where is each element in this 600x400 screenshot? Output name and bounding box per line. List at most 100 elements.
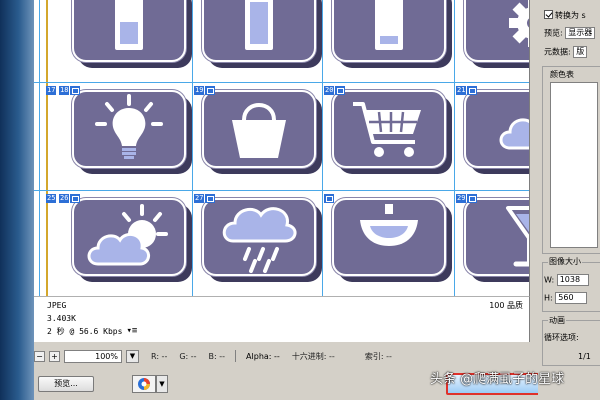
optimization-info: JPEG 3.403K 2 秒 @ 56.6 Kbps ▾≡ 100 品质 [34,296,530,342]
shopping-cart-icon [353,102,421,157]
slice-icon [70,194,81,203]
slice-number: 18 [59,86,70,95]
preview-canvas[interactable]: 17 18 19 20 21 25 26 27 29 [34,0,530,296]
animation-group [542,320,600,366]
gear-icon [509,0,529,47]
preview-select[interactable]: 显示器 [565,27,596,39]
preview-button[interactable]: 预览... [38,376,94,392]
color-table-label: 颜色表 [550,70,574,79]
slice-guide [34,190,529,191]
battery-full-icon [245,0,273,50]
quality-text: 100 品质 [489,301,523,310]
save-for-web-window: 17 18 19 20 21 25 26 27 29 JPEG 3.403K 2… [0,0,600,400]
slice-label-17[interactable]: 17 [46,86,57,95]
convert-label: 转换为 s [555,11,586,20]
tile-cloud[interactable] [464,90,529,174]
slice-label-29[interactable]: 29 [456,194,478,203]
slice-label-26[interactable]: 26 [59,194,81,203]
status-toolbar: − + 100% ▼ R: -- G: -- B: -- Alpha: -- 十… [34,348,544,364]
watermark: 头条 @爬满虱子的星球 [430,372,565,387]
shopping-basket-icon [232,103,286,158]
image-size-group [542,262,600,312]
width-label: W: [544,275,555,285]
slice-guide [34,82,529,83]
speed-menu-icon[interactable]: ▾≡ [126,325,137,338]
tile-cocktail[interactable] [464,198,529,282]
height-row: H: 560 [544,292,588,304]
height-field[interactable]: 560 [555,292,588,304]
zoom-dropdown[interactable]: ▼ [126,349,139,363]
battery-low-icon [375,0,403,50]
slice-icon [467,194,478,203]
tile-shopping-basket[interactable] [202,90,322,174]
slice-label-19[interactable]: 19 [194,86,216,95]
slice-label-20[interactable]: 20 [324,86,346,95]
color-table[interactable] [550,82,598,248]
slice-icon [205,86,216,95]
cloud-icon [499,118,529,150]
file-size-text: 3.403K [47,314,76,323]
slice-number: 26 [59,194,70,203]
tile-lamp[interactable] [332,198,452,282]
slice-icon [205,194,216,203]
tile-battery-full[interactable] [202,0,322,68]
b-value: B: -- [208,351,226,361]
zoom-out-button[interactable]: − [34,350,45,362]
tile-battery-low[interactable] [332,0,452,68]
slice-guide [454,0,455,296]
index-value: 索引: -- [364,351,392,361]
slice-number: 21 [456,86,467,95]
convert-srgb-option[interactable]: 转换为 s [544,10,586,21]
slice-label-21[interactable]: 21 [456,86,478,95]
slice-guide [322,0,323,296]
window-edge [0,0,34,400]
slice-icon [335,86,346,95]
slice-icon [70,86,81,95]
preview-row: 预览: 显示器 [544,27,596,39]
tile-lightbulb[interactable] [72,90,192,174]
sun-cloud-icon [87,204,168,266]
browser-dropdown[interactable]: ▼ [156,375,168,393]
metadata-row: 元数据: 版 [544,46,588,58]
tile-sun-cloud[interactable] [72,198,192,282]
settings-panel: 转换为 s 预览: 显示器 元数据: 版 颜色表 图像大小 W: 1038 H:… [538,0,600,400]
alpha-value: Alpha: -- [246,351,280,361]
slice-number: 27 [194,194,205,203]
slice-label-28[interactable] [324,194,334,203]
slice-label-18[interactable]: 18 [59,86,81,95]
slice-number: 20 [324,86,335,95]
convert-checkbox[interactable] [544,10,553,19]
zoom-in-button[interactable]: + [49,350,60,362]
hex-value: 十六进制: -- [291,351,335,361]
slice-number: 29 [456,194,467,203]
slice-icon [467,86,478,95]
slice-guide [192,0,193,296]
slice-guide [39,0,40,296]
battery-half-icon [115,0,143,50]
tile-shopping-cart[interactable] [332,90,452,174]
animation-label: 动画 [548,315,566,326]
slice-number: 19 [194,86,205,95]
r-value: R: -- [151,351,168,361]
lamp-icon [360,204,418,246]
metadata-label: 元数据: [544,47,571,57]
slice-label-27[interactable]: 27 [194,194,216,203]
slice-guide [46,0,48,296]
slice-number: 25 [46,194,57,203]
width-field[interactable]: 1038 [556,274,589,286]
browser-preview-button[interactable] [132,375,156,393]
preview-label: 预览: [544,28,563,38]
tile-rain-cloud[interactable] [202,198,322,282]
slice-label-25[interactable]: 25 [46,194,57,203]
rain-cloud-icon [222,207,297,273]
cocktail-icon [506,206,529,267]
browser-icon [138,378,150,390]
tile-battery-half[interactable] [72,0,192,68]
tile-gear[interactable] [464,0,529,68]
lightbulb-icon [95,94,163,159]
zoom-field[interactable]: 100% [64,349,122,363]
download-time-text: 2 秒 @ 56.6 Kbps [47,327,123,336]
metadata-select[interactable]: 版 [573,46,588,58]
format-text: JPEG [47,301,67,310]
frame-counter: 1/1 [578,352,591,361]
